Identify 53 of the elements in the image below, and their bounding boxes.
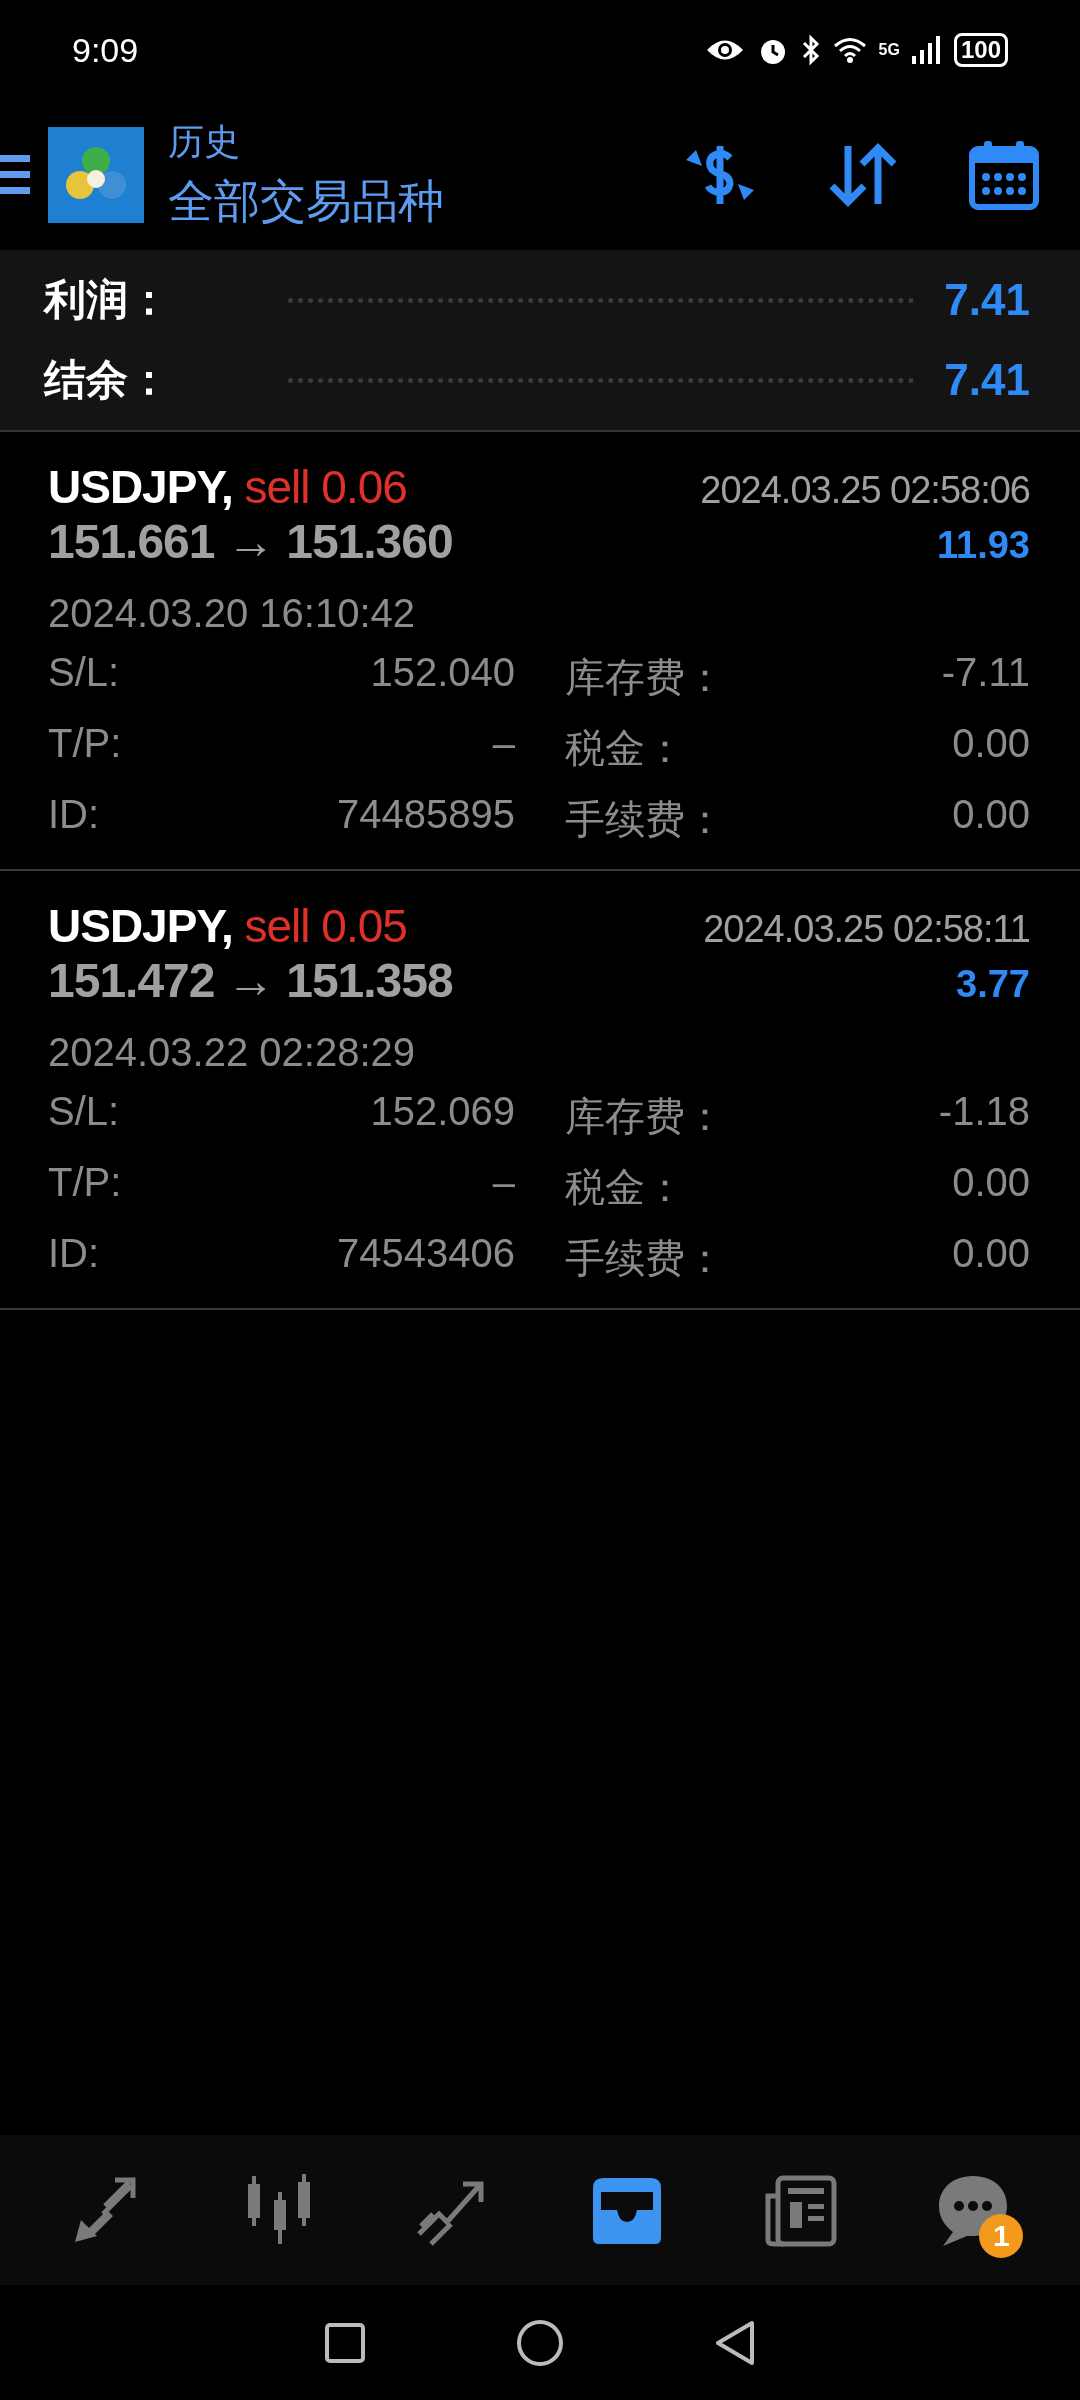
field-value: 74485895 [336,792,515,838]
field-label: T/P: [48,721,123,767]
clock: 9:09 [72,30,139,70]
field-label: S/L: [48,650,121,696]
profit-value: 3.77 [956,963,1030,1006]
profit-value: 11.93 [937,524,1030,567]
field-label: T/P: [48,1160,123,1206]
field-value: -7.11 [940,650,1030,696]
field-value: 152.040 [369,650,515,696]
summary-value: 7.41 [944,275,1030,325]
field-label: 手续费： [564,1235,726,1282]
field-label: 库存费： [564,1093,726,1140]
field-label: S/L: [48,1089,121,1135]
field-value: 74543406 [336,1231,515,1277]
calendar-icon[interactable] [968,139,1040,211]
summary-label: 结余： [44,355,171,405]
field-label: ID: [48,1231,101,1277]
summary-label: 利润： [44,275,171,325]
screen-title: 历史 [168,119,241,164]
network-label: 5G [878,41,900,59]
home-icon[interactable] [516,2318,564,2367]
field-value: -1.18 [937,1089,1030,1135]
symbol-filter[interactable]: 全部交易品种 [168,170,612,233]
field-value: 0.00 [951,1231,1030,1277]
app-logo-icon [48,127,144,223]
battery-level: 100 [953,33,1008,67]
close-time: 2024.03.25 02:58:06 [700,469,1030,512]
open-time: 2024.03.22 02:28:29 [48,1030,416,1075]
field-value: – [491,721,515,767]
back-icon[interactable] [714,2318,756,2367]
summary-value: 7.41 [944,355,1030,405]
close-time: 2024.03.25 02:58:11 [703,908,1030,951]
sort-icon[interactable] [828,142,898,208]
signal-icon [911,36,942,64]
field-value: – [491,1160,515,1206]
open-time: 2024.03.20 16:10:42 [48,591,416,636]
deal-title: USDJPY, sell 0.05 [48,899,407,953]
field-label: ID: [48,792,101,838]
field-label: 税金： [564,725,686,772]
field-label: 手续费： [564,796,726,843]
price-change: 151.472 → 151.358 [48,953,453,1008]
deal-title: USDJPY, sell 0.06 [48,460,407,514]
field-label: 税金： [564,1164,686,1211]
bluetooth-icon [800,34,821,66]
field-value: 0.00 [951,721,1030,767]
field-value: 0.00 [951,1160,1030,1206]
recents-icon[interactable] [324,2321,366,2364]
field-value: 0.00 [951,792,1030,838]
field-value: 152.069 [369,1089,515,1135]
unread-badge: 1 [979,2214,1024,2258]
price-change: 151.661 → 151.360 [48,514,453,569]
wifi-icon [832,36,867,64]
field-label: 库存费： [564,654,726,701]
